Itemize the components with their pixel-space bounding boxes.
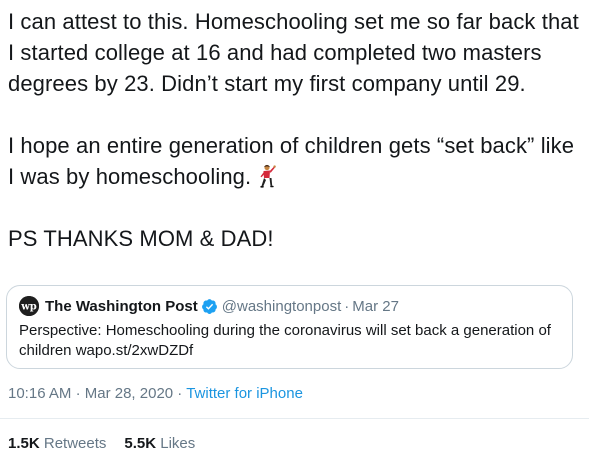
retweets-count: 1.5K — [8, 435, 40, 452]
tweet-paragraph-2: I hope an entire generation of children … — [8, 130, 583, 192]
likes-count: 5.5K — [124, 435, 157, 452]
likes-stat[interactable]: 5.5K Likes — [124, 435, 195, 452]
verified-badge-icon — [201, 298, 217, 314]
quoted-tweet-header: wp The Washington Post @washingtonpost ·… — [19, 296, 399, 316]
likes-label: Likes — [160, 435, 196, 452]
quoted-author-name[interactable]: The Washington Post — [45, 298, 198, 315]
quoted-tweet-card[interactable]: wp The Washington Post @washingtonpost ·… — [6, 285, 573, 369]
divider — [0, 418, 589, 419]
tweet-source-link[interactable]: Twitter for iPhone — [186, 385, 303, 402]
tweet-date[interactable]: Mar 28, 2020 — [85, 385, 173, 402]
tweet-meta: 10:16 AM · Mar 28, 2020 · Twitter for iP… — [8, 385, 303, 402]
quoted-author-handle[interactable]: @washingtonpost — [222, 298, 341, 315]
washington-post-logo-icon[interactable]: wp — [19, 296, 39, 316]
retweets-stat[interactable]: 1.5K Retweets — [8, 435, 106, 452]
retweets-label: Retweets — [43, 435, 107, 452]
tweet-text: I can attest to this. Homeschooling set … — [8, 6, 583, 254]
tweet-time[interactable]: 10:16 AM — [8, 385, 71, 402]
tweet-paragraph-3: PS THANKS MOM & DAD! — [8, 226, 274, 251]
tweet-paragraph-2-text: I hope an entire generation of children … — [8, 133, 575, 189]
meta-separator-2: · — [177, 385, 183, 402]
man-dancing-emoji-icon — [255, 164, 277, 188]
meta-separator-1: · — [75, 385, 81, 402]
quoted-tweet-date[interactable]: Mar 27 — [352, 298, 399, 315]
tweet-stats: 1.5K Retweets 5.5K Likes — [8, 435, 195, 452]
wp-logo-letters: wp — [20, 302, 37, 313]
quoted-header-separator: · — [344, 297, 350, 315]
quoted-tweet-text: Perspective: Homeschooling during the co… — [19, 322, 551, 359]
tweet-paragraph-1: I can attest to this. Homeschooling set … — [8, 9, 579, 96]
